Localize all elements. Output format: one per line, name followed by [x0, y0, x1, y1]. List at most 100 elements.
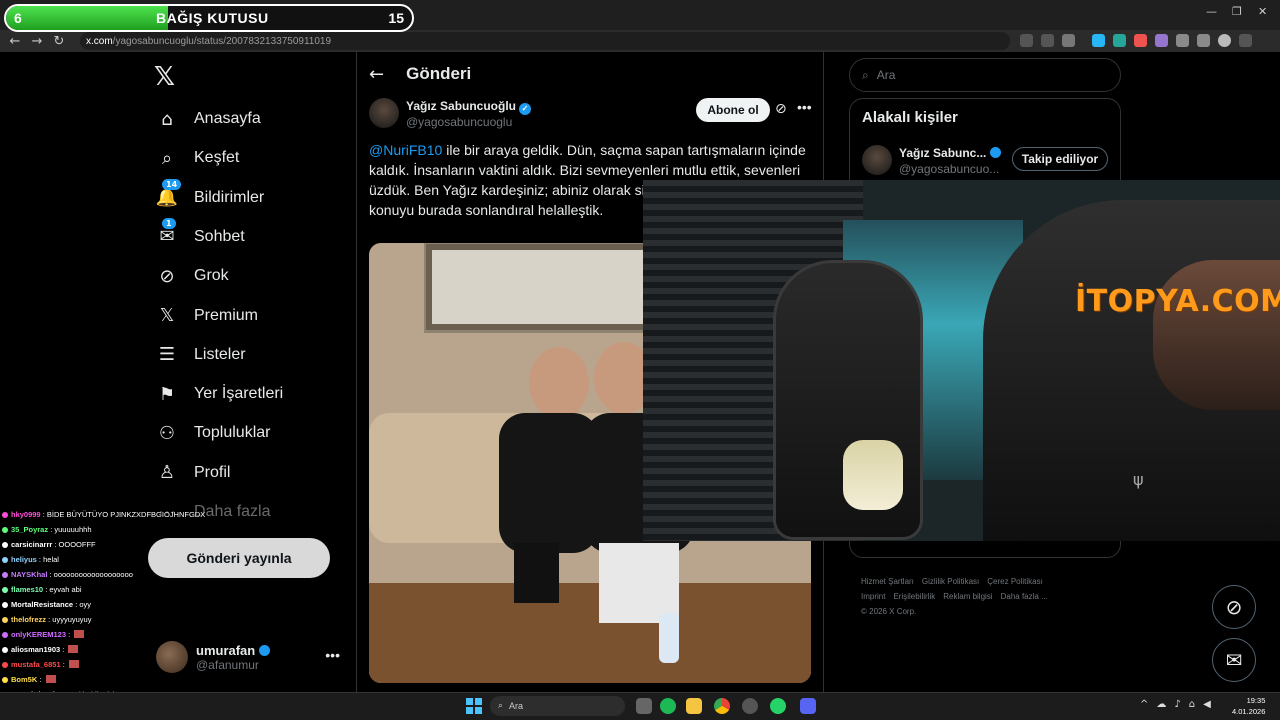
nav-item-label: Topluluklar [194, 424, 271, 442]
taskbar-search-label: Ara [509, 701, 524, 711]
nav-item[interactable]: ♙ Profil [156, 458, 231, 488]
following-button[interactable]: Takip ediliyor [1012, 147, 1108, 171]
extension-icon[interactable] [1092, 34, 1105, 47]
subscribe-button[interactable]: Abone ol [696, 98, 770, 122]
reload-icon[interactable]: ↻ [48, 30, 70, 52]
nav-item[interactable]: 🔔 14 Bildirimler [156, 178, 264, 213]
taskbar-search[interactable]: ⌕ Ara [490, 696, 625, 716]
forward-arrow-icon[interactable]: → [26, 30, 48, 52]
nav-item[interactable]: ⌕ Keşfet [156, 143, 239, 173]
star-icon[interactable] [1062, 34, 1075, 47]
spotify-icon[interactable] [660, 698, 676, 714]
streamer-head [1153, 260, 1280, 410]
chat-message: MortalResistance : oyy [2, 600, 91, 609]
system-tray[interactable]: ^☁♪⌂◀ [1140, 699, 1219, 710]
profile-avatar[interactable] [1218, 34, 1231, 47]
chat-text: BİDE BÜYÜTÜYO PJINKZXDFBGIOJHNFGDX [46, 510, 206, 519]
nav-item[interactable]: ⚇ Topluluklar [156, 418, 271, 448]
windows-start-icon[interactable] [466, 698, 482, 714]
nav-item-label: Listeler [194, 345, 246, 363]
nav-item[interactable]: ☰ Listeler [156, 340, 246, 370]
github-icon[interactable] [742, 698, 758, 714]
search-input[interactable]: ⌕ Ara [849, 58, 1121, 92]
file-explorer-icon[interactable] [686, 698, 702, 714]
footer-link[interactable]: Imprint [861, 592, 885, 601]
people-icon: ⚇ [158, 422, 176, 444]
related-person[interactable]: Yağız Sabunc... @yagosabuncuo... Takip e… [862, 145, 1112, 179]
footer-link[interactable]: Reklam bilgisi [943, 592, 992, 601]
clock-date: 4.01.2026 [1232, 707, 1266, 716]
extension-icon[interactable] [1155, 34, 1168, 47]
chat-username: mustafa_6851 [11, 660, 61, 669]
maximize-icon[interactable]: ❐ [1232, 5, 1242, 18]
stream-chat: hky0999 : BİDE BÜYÜTÜYO PJINKZXDFBGIOJHN… [2, 510, 332, 716]
back-arrow-icon[interactable]: ← [369, 64, 384, 85]
avatar[interactable] [369, 98, 399, 128]
zoom-icon[interactable] [1041, 34, 1054, 47]
chat-separator: : [66, 630, 73, 639]
menu-dots-icon[interactable] [1239, 34, 1252, 47]
nav-item[interactable]: 𝕏 Premium [156, 301, 258, 331]
webcam-overlay: İTOPYA.COM ψ [643, 180, 1280, 541]
chrome-icon[interactable] [714, 698, 730, 714]
platform-badge-icon [2, 527, 8, 533]
nav-item[interactable]: ⚑ Yer İşaretleri [156, 379, 283, 409]
extension-icon[interactable] [1134, 34, 1147, 47]
back-arrow-icon[interactable]: ← [4, 30, 26, 52]
chat-username: MortalResistance [11, 600, 74, 609]
cast-icon[interactable] [1020, 34, 1033, 47]
donation-target-count: 15 [388, 10, 404, 26]
close-icon[interactable]: ✕ [1258, 5, 1267, 18]
shirt-logo-icon: ψ [1133, 470, 1144, 489]
discord-icon[interactable] [800, 698, 816, 714]
puzzle-icon[interactable] [1176, 34, 1189, 47]
footer-link[interactable]: Erişilebilirlik [893, 592, 935, 601]
footer-link[interactable]: Daha fazla ... [1001, 592, 1048, 601]
mail-icon: ✉ 1 [159, 217, 176, 248]
chat-username: 35_Poyraz [11, 525, 49, 534]
nav-item-label: Yer İşaretleri [194, 385, 284, 403]
messages-fab-icon[interactable]: ✉ [1212, 638, 1256, 682]
nav-item[interactable]: ⊘ Grok [156, 261, 228, 291]
x-logo-icon[interactable]: 𝕏 [154, 62, 175, 92]
nav-item[interactable]: ⌂ Anasayfa [156, 104, 260, 134]
taskbar-clock[interactable]: 19:35 4.01.2026 [1232, 695, 1265, 717]
url-path: /yagosabuncuoglu/status/2007832133750911… [112, 35, 332, 47]
chat-message: 35_Poyraz : yuuuuuhhh [2, 525, 92, 534]
emote-icon [74, 630, 85, 638]
person-name: Yağız Sabunc... [899, 146, 1001, 160]
task-view-icon[interactable] [636, 698, 652, 714]
footer-link[interactable]: Gizlilik Politikası [922, 577, 979, 586]
sponsor-logo: İTOPYA.COM [1075, 284, 1280, 319]
chat-message: mustafa_6851 : [2, 660, 79, 669]
grok-icon: ⊘ [159, 265, 175, 287]
platform-badge-icon [2, 602, 8, 608]
address-bar[interactable]: x.com/yagosabuncuoglu/status/20078321337… [80, 32, 1010, 50]
tweet-author-row: Yağız Sabuncuoğlu ✓ @yagosabuncuoglu Abon… [369, 98, 813, 134]
extensions-row [1092, 34, 1252, 47]
minimize-icon[interactable]: — [1206, 5, 1217, 18]
platform-badge-icon [2, 572, 8, 578]
grok-fab-icon[interactable]: ⊘ [1212, 585, 1256, 629]
mention-link[interactable]: @NuriFB10 [369, 142, 442, 158]
page-title: Gönderi [406, 64, 472, 83]
chat-text: eyvah abi [49, 585, 82, 594]
grok-icon[interactable]: ⊘ [775, 101, 787, 117]
chat-separator: : [60, 660, 67, 669]
chat-text: uyyyuyuyuy [52, 615, 92, 624]
author-name[interactable]: Yağız Sabuncuoğlu ✓ [406, 99, 532, 115]
extension-icon[interactable] [1113, 34, 1126, 47]
chat-text: ooooooooooooooooooo [53, 570, 133, 579]
person-icon: ♙ [158, 462, 176, 484]
url-host: x.com [86, 35, 113, 47]
more-dots-icon[interactable]: ••• [797, 99, 812, 115]
tab-search-icon[interactable] [1197, 34, 1210, 47]
chat-username: hky0999 [11, 510, 41, 519]
footer-link[interactable]: © 2026 X Corp. [861, 607, 916, 616]
nav-item[interactable]: ✉ 1 Sohbet [156, 217, 245, 252]
author-handle[interactable]: @yagosabuncuoglu [406, 115, 512, 129]
whatsapp-icon[interactable] [770, 698, 786, 714]
footer-link[interactable]: Hizmet Şartları [861, 577, 914, 586]
footer-link[interactable]: Çerez Politikası [987, 577, 1043, 586]
x-icon: 𝕏 [159, 305, 175, 326]
